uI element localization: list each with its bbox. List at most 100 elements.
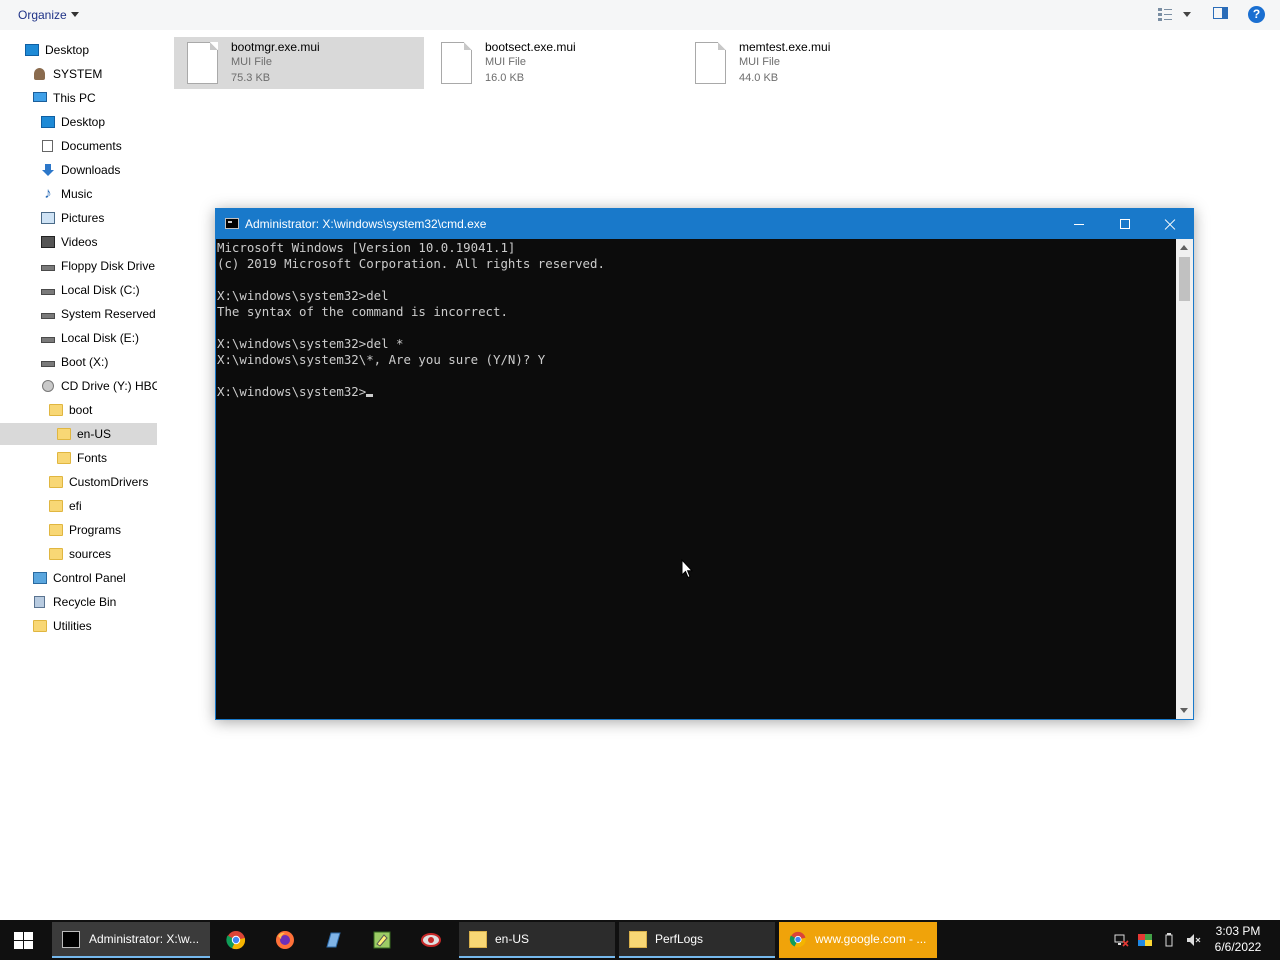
sidebar-item-sources[interactable]: sources <box>0 543 157 565</box>
cmd-title: Administrator: X:\windows\system32\cmd.e… <box>245 217 487 231</box>
sidebar-item-downloads[interactable]: Downloads <box>0 159 157 181</box>
sidebar-item-en-us[interactable]: en-US <box>0 423 157 445</box>
sidebar-item-cd-drive[interactable]: CD Drive (Y:) HBC <box>0 375 157 397</box>
folder-icon <box>49 476 63 488</box>
preview-pane-icon[interactable] <box>1213 7 1228 19</box>
taskbar: Administrator: X:\w... en-US PerfLogs ww… <box>0 920 1280 960</box>
sidebar-item-label: Documents <box>61 139 122 153</box>
sidebar-item-programs[interactable]: Programs <box>0 519 157 541</box>
sidebar-item-desktop[interactable]: Desktop <box>0 39 157 61</box>
folder-icon <box>49 548 63 560</box>
volume-muted-icon[interactable] <box>1185 932 1201 948</box>
sidebar-item-this-pc[interactable]: This PC <box>0 87 157 109</box>
system-clock[interactable]: 3:03 PM 6/6/2022 <box>1208 923 1268 955</box>
file-icon <box>441 42 472 84</box>
folder-icon <box>49 524 63 536</box>
sidebar-item-label: SYSTEM <box>53 67 103 81</box>
scroll-thumb[interactable] <box>1179 257 1190 301</box>
cmd-title-bar[interactable]: Administrator: X:\windows\system32\cmd.e… <box>216 209 1193 239</box>
firefox-icon <box>276 931 294 949</box>
vertical-scrollbar[interactable] <box>1176 239 1193 719</box>
sidebar-item-music[interactable]: ♪ Music <box>0 183 157 205</box>
taskbar-google[interactable]: www.google.com - ... <box>779 922 937 958</box>
console-output[interactable]: Microsoft Windows [Version 10.0.19041.1]… <box>216 239 1176 719</box>
music-icon: ♪ <box>44 185 52 202</box>
maximize-button[interactable] <box>1102 209 1148 239</box>
sidebar-item-boot[interactable]: boot <box>0 399 157 421</box>
sidebar-item-label: efi <box>69 499 82 513</box>
minimize-button[interactable] <box>1056 209 1102 239</box>
file-item[interactable]: bootmgr.exe.mui MUI File 75.3 KB <box>174 37 424 89</box>
console-line: X:\windows\system32>del <box>217 288 389 303</box>
file-name: memtest.exe.mui <box>739 40 831 54</box>
cmd-window[interactable]: Administrator: X:\windows\system32\cmd.e… <box>215 208 1194 720</box>
sidebar-item-label: Local Disk (E:) <box>61 331 140 345</box>
taskbar-perflogs[interactable]: PerfLogs <box>619 922 775 958</box>
scroll-up-icon[interactable] <box>1180 245 1188 250</box>
sidebar-item-documents[interactable]: Documents <box>0 135 157 157</box>
file-item[interactable]: memtest.exe.mui MUI File 44.0 KB <box>682 37 932 89</box>
sidebar-item-label: Pictures <box>61 211 105 225</box>
folder-icon <box>469 931 487 948</box>
sidebar-item-desktop-pc[interactable]: Desktop <box>0 111 157 133</box>
drive-icon <box>41 337 55 343</box>
cd-drive-icon <box>42 380 54 392</box>
taskbar-en-us[interactable]: en-US <box>459 922 615 958</box>
taskbar-chrome[interactable] <box>212 920 260 960</box>
console-line: The syntax of the command is incorrect. <box>217 304 508 319</box>
task-label: Administrator: X:\w... <box>89 932 200 946</box>
close-button[interactable] <box>1147 209 1193 239</box>
recycle-bin-icon <box>34 596 45 608</box>
view-dropdown-icon[interactable] <box>1183 12 1191 17</box>
sidebar-item-local-disk-e[interactable]: Local Disk (E:) <box>0 327 157 349</box>
sidebar-item-pictures[interactable]: Pictures <box>0 207 157 229</box>
control-panel-icon <box>33 572 47 584</box>
sidebar-item-floppy[interactable]: Floppy Disk Drive <box>0 255 157 277</box>
sidebar-item-system-reserved[interactable]: System Reserved ( <box>0 303 157 325</box>
sidebar-item-label: This PC <box>53 91 96 105</box>
sidebar-item-recycle-bin[interactable]: Recycle Bin <box>0 591 157 613</box>
task-label: en-US <box>495 932 530 946</box>
task-label: www.google.com - ... <box>815 932 927 946</box>
display-icon[interactable] <box>1137 932 1153 948</box>
sidebar-item-control-panel[interactable]: Control Panel <box>0 567 157 589</box>
network-icon[interactable] <box>1113 932 1129 948</box>
console-line: (c) 2019 Microsoft Corporation. All righ… <box>217 256 605 271</box>
console-prompt-line[interactable]: X:\windows\system32> <box>217 384 1176 400</box>
editor-icon <box>373 931 391 949</box>
taskbar-editor[interactable] <box>358 920 406 960</box>
sidebar-item-videos[interactable]: Videos <box>0 231 157 253</box>
taskbar-cmd[interactable]: Administrator: X:\w... <box>52 922 210 958</box>
file-type: MUI File <box>739 56 780 68</box>
help-icon[interactable]: ? <box>1248 6 1265 23</box>
windows-logo-icon <box>14 932 34 950</box>
taskbar-utility[interactable] <box>407 920 455 960</box>
sidebar-item-boot-x[interactable]: Boot (X:) <box>0 351 157 373</box>
sidebar-item-fonts[interactable]: Fonts <box>0 447 157 469</box>
console-line: Microsoft Windows [Version 10.0.19041.1] <box>217 240 516 255</box>
view-options-icon[interactable] <box>1158 7 1172 21</box>
taskbar-notepad[interactable] <box>309 920 357 960</box>
start-button[interactable] <box>0 920 48 960</box>
usb-icon[interactable] <box>1161 932 1177 948</box>
file-size: 16.0 KB <box>485 72 525 84</box>
sidebar-item-label: Fonts <box>77 451 108 465</box>
scroll-down-icon[interactable] <box>1180 708 1188 713</box>
sidebar-item-efi[interactable]: efi <box>0 495 157 517</box>
sidebar-item-system[interactable]: SYSTEM <box>0 63 157 85</box>
pictures-icon <box>41 212 55 224</box>
sidebar-item-utilities[interactable]: Utilities <box>0 615 157 637</box>
sidebar-item-label: sources <box>69 547 112 561</box>
sidebar-item-customdrivers[interactable]: CustomDrivers <box>0 471 157 493</box>
chrome-icon <box>789 931 806 948</box>
mouse-pointer-icon <box>681 559 693 579</box>
taskbar-firefox[interactable] <box>261 920 309 960</box>
file-item[interactable]: bootsect.exe.mui MUI File 16.0 KB <box>428 37 678 89</box>
user-icon <box>34 68 45 80</box>
sidebar-item-label: Floppy Disk Drive <box>61 259 156 273</box>
sidebar-item-local-disk-c[interactable]: Local Disk (C:) <box>0 279 157 301</box>
organize-menu[interactable]: Organize <box>18 8 79 22</box>
sidebar-item-label: CustomDrivers <box>69 475 149 489</box>
drive-icon <box>41 289 55 295</box>
